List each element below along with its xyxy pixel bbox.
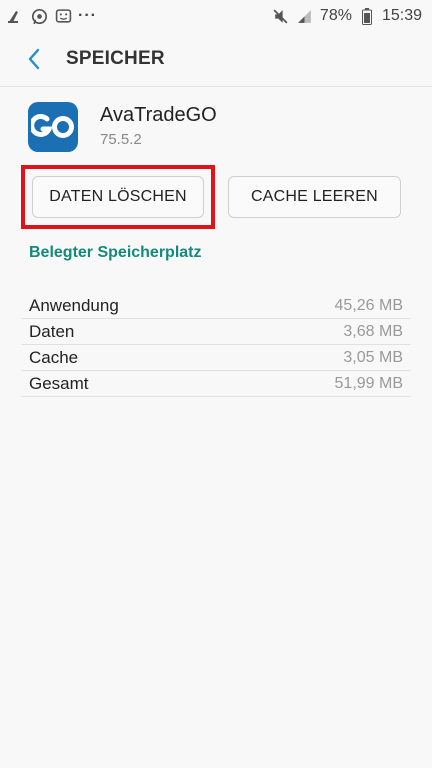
app-logo-icon [28, 102, 78, 152]
row-label: Gesamt [29, 373, 89, 393]
battery-icon [358, 7, 376, 25]
highlight-box [21, 165, 215, 229]
message-icon [54, 7, 72, 25]
status-bar: ··· 78% 15:39 [0, 0, 432, 32]
clear-cache-button[interactable]: CACHE LEEREN [228, 176, 401, 218]
more-notifications-icon: ··· [78, 7, 97, 24]
row-value: 3,05 MB [343, 348, 403, 366]
table-row: Anwendung 45,26 MB [22, 293, 410, 319]
battery-percent: 78% [319, 7, 352, 24]
storage-section-title: Belegter Speicherplatz [29, 244, 202, 261]
app-name: AvaTradeGO [100, 104, 217, 126]
row-value: 3,68 MB [343, 322, 403, 340]
notification-icons: ··· [0, 7, 97, 25]
whatsapp-icon [30, 7, 48, 25]
page-title: SPEICHER [66, 48, 165, 69]
cleaner-icon [6, 7, 24, 25]
app-bar: SPEICHER [0, 32, 432, 87]
row-label: Anwendung [29, 295, 119, 315]
row-label: Cache [29, 347, 79, 367]
row-value: 51,99 MB [334, 374, 403, 392]
table-row: Gesamt 51,99 MB [22, 371, 410, 397]
clock: 15:39 [381, 7, 422, 24]
app-info: AvaTradeGO 75.5.2 [28, 102, 217, 152]
row-label: Daten [29, 321, 75, 341]
app-version: 75.5.2 [100, 131, 142, 148]
system-icons: 78% 15:39 [272, 7, 432, 25]
storage-table: Anwendung 45,26 MB Daten 3,68 MB Cache 3… [22, 293, 410, 397]
table-row: Daten 3,68 MB [22, 319, 410, 345]
back-arrow-icon[interactable] [22, 47, 46, 71]
signal-icon [296, 7, 314, 25]
row-value: 45,26 MB [334, 296, 403, 314]
table-row: Cache 3,05 MB [22, 345, 410, 371]
mute-icon [272, 7, 290, 25]
